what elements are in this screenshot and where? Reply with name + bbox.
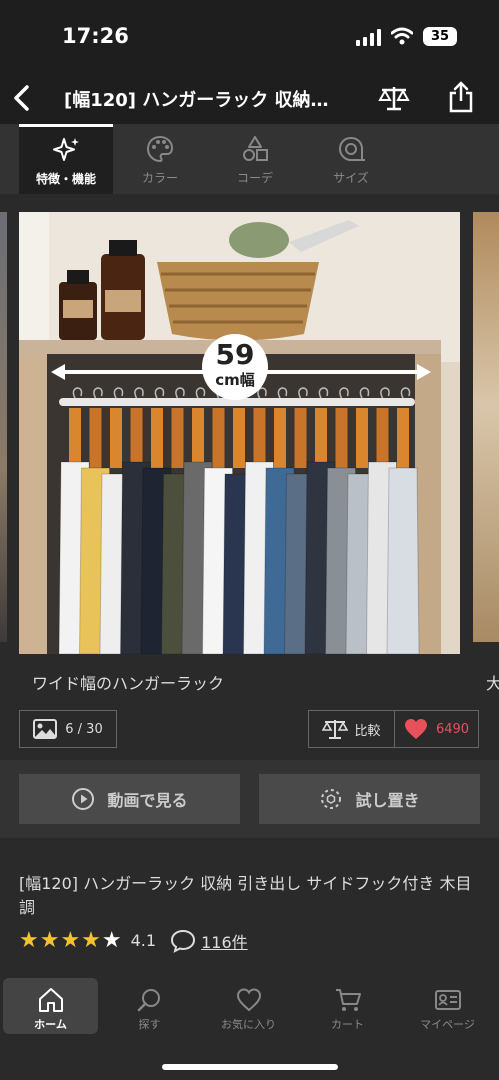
home-indicator [162, 1064, 338, 1070]
comment-icon[interactable] [170, 929, 196, 953]
back-arrow-icon[interactable] [10, 84, 32, 112]
shapes-icon [243, 136, 268, 161]
image-icon [33, 719, 58, 739]
width-unit: cm幅 [215, 371, 255, 389]
nav-mypage[interactable]: マイページ [400, 978, 495, 1034]
nav-label: ホーム [34, 1018, 67, 1031]
status-bar: 17:26 35 [0, 0, 499, 72]
nav-label: カート [331, 1018, 364, 1031]
ar-placement-icon [321, 789, 342, 809]
compare-label: 比較 [354, 723, 381, 739]
nav-label: お気に入り [221, 1018, 276, 1031]
wifi-icon [391, 27, 413, 45]
hanger-rack-illustration [19, 212, 460, 654]
home-icon [38, 988, 63, 1012]
tab-label: サイズ [333, 171, 369, 185]
compare-scale-icon[interactable] [378, 84, 410, 112]
status-time: 17:26 [62, 24, 129, 48]
rating-score: 4.1 [130, 931, 157, 950]
tab-label: コーデ [236, 171, 273, 185]
bottom-navigation: ホーム 探す お気に入り カート マイページ [0, 974, 499, 1080]
width-number: 59 [215, 338, 255, 371]
favorite-count: 6490 [435, 721, 470, 737]
product-rating: ★★★★★ 4.1 116件 [19, 928, 248, 953]
tab-size[interactable]: サイズ [304, 124, 398, 194]
product-name: [幅120] ハンガーラック 収納 引き出し サイドフック付き 木目調 [19, 874, 472, 917]
compare-button[interactable]: 比較 [309, 711, 395, 747]
search-icon [137, 989, 160, 1012]
nav-cart[interactable]: カート [300, 978, 395, 1034]
top-app-bar: [幅120] ハンガーラック 収納… [0, 72, 499, 124]
tab-label: カラー [141, 171, 178, 185]
image-caption: ワイド幅のハンガーラック [32, 674, 225, 693]
image-counter: 6 / 30 [65, 721, 103, 737]
width-badge: 59 cm幅 [202, 334, 268, 400]
sparkle-icon [53, 138, 79, 161]
cellular-signal-icon [356, 29, 381, 46]
heart-icon [404, 719, 427, 739]
compare-scale-icon [322, 720, 349, 739]
tab-colors[interactable]: カラー [113, 124, 207, 194]
tab-coordinate[interactable]: コーデ [208, 124, 302, 194]
product-photo[interactable]: 59 cm幅 [19, 212, 460, 654]
watch-video-label: 動画で見る [107, 791, 188, 810]
try-placement-label: 試し置き [355, 791, 420, 810]
next-image-peek[interactable] [473, 212, 499, 642]
cart-icon [335, 989, 361, 1011]
palette-icon [146, 135, 174, 163]
try-placement-button[interactable]: 試し置き [259, 774, 480, 824]
media-actions-bar: 動画で見る 試し置き [0, 760, 499, 838]
feature-tabs: 特徴・機能 カラー コーデ サイズ [0, 124, 499, 194]
watch-video-button[interactable]: 動画で見る [19, 774, 240, 824]
nav-favorites[interactable]: お気に入り [201, 978, 296, 1034]
rating-stars: ★★★★★ [19, 928, 123, 953]
image-gallery-button[interactable]: 6 / 30 [19, 710, 117, 748]
heart-icon [236, 988, 261, 1012]
review-count-link[interactable]: 116件 [201, 929, 248, 953]
product-image-carousel[interactable]: 59 cm幅 ワイド幅のハンガーラック 大 [0, 194, 499, 696]
share-icon[interactable] [447, 80, 475, 114]
favorite-button[interactable]: 6490 [395, 711, 478, 747]
nav-search[interactable]: 探す [102, 978, 197, 1034]
page-title: [幅120] ハンガーラック 収納… [64, 90, 329, 111]
id-card-icon [434, 990, 461, 1010]
nav-label: マイページ [420, 1018, 475, 1031]
previous-image-peek[interactable] [0, 212, 7, 642]
tab-features[interactable]: 特徴・機能 [19, 124, 113, 194]
tab-label: 特徴・機能 [35, 172, 96, 186]
tape-measure-icon [338, 136, 365, 161]
product-info: [幅120] ハンガーラック 収納 引き出し サイドフック付き 木目調 ★★★★… [0, 838, 499, 974]
nav-label: 探す [138, 1018, 161, 1031]
battery-indicator: 35 [423, 27, 457, 46]
nav-home[interactable]: ホーム [3, 978, 98, 1034]
next-caption-peek: 大 [486, 674, 499, 693]
play-circle-icon [72, 788, 95, 810]
compare-favorite-group: 比較 6490 [308, 710, 479, 748]
